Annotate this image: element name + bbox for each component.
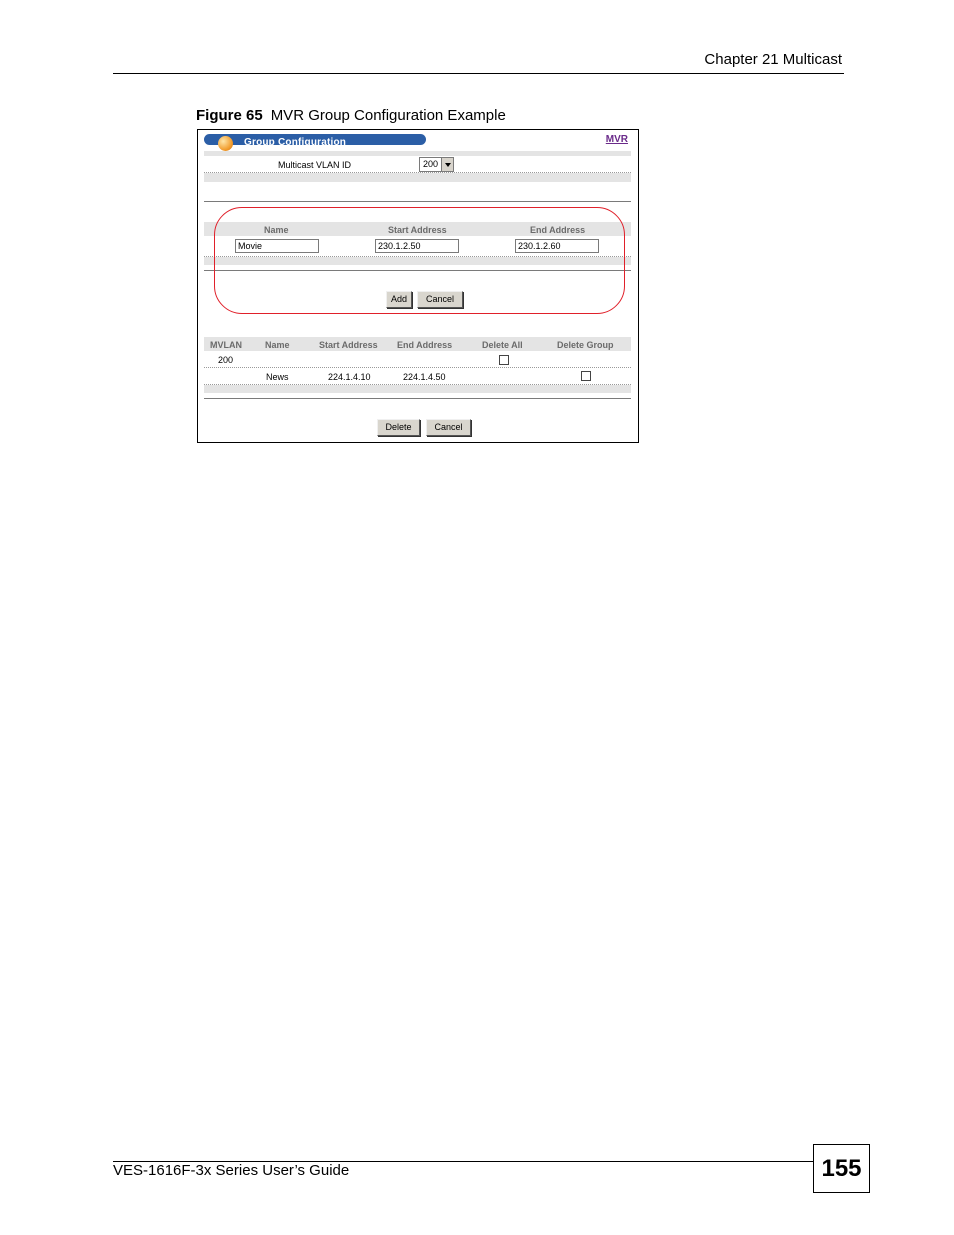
col-delete-all: Delete All	[482, 340, 523, 350]
delete-all-checkbox[interactable]	[499, 355, 509, 365]
group-start-address: 224.1.4.10	[328, 372, 371, 382]
col-mvlan: MVLAN	[210, 340, 242, 350]
guide-title: VES-1616F-3x Series User’s Guide	[113, 1162, 350, 1179]
chevron-down-icon[interactable]	[441, 158, 453, 171]
col-name: Name	[265, 340, 290, 350]
col-end-address: End Address	[397, 340, 453, 350]
table-row	[204, 352, 631, 368]
chapter-header: Chapter 21 Multicast	[704, 51, 842, 68]
vlan-select-value: 200	[423, 159, 439, 169]
table-cancel-button[interactable]: Cancel	[426, 419, 471, 436]
page-number: 155	[813, 1144, 870, 1193]
header-rule	[113, 73, 844, 74]
group-end-address: 224.1.4.50	[403, 372, 446, 382]
figure-caption: Figure 65 MVR Group Configuration Example	[196, 107, 506, 124]
vlan-label: Multicast VLAN ID	[278, 160, 352, 170]
section-divider-1	[204, 201, 631, 202]
col-start-address: Start Address	[319, 340, 378, 350]
screen-title: Group Configuration	[244, 137, 347, 148]
vlan-band-bottom	[204, 173, 631, 182]
screenshot-frame: Group Configuration MVR Multicast VLAN I…	[197, 129, 639, 443]
mvr-link[interactable]: MVR	[606, 134, 628, 145]
group-table-band	[204, 385, 631, 393]
mvlan-value: 200	[218, 355, 234, 365]
vlan-select[interactable]: 200	[419, 157, 454, 172]
vlan-row	[204, 156, 631, 173]
title-bar: Group Configuration	[204, 134, 426, 151]
group-name: News	[266, 372, 289, 382]
figure-label: Figure 65	[196, 107, 263, 124]
title-ball-icon	[218, 136, 233, 151]
col-delete-group: Delete Group	[557, 340, 614, 350]
figure-title: MVR Group Configuration Example	[270, 107, 506, 124]
section-divider-3	[204, 398, 631, 399]
delete-button[interactable]: Delete	[377, 419, 420, 436]
delete-group-checkbox[interactable]	[581, 371, 591, 381]
highlight-oval	[214, 207, 625, 314]
